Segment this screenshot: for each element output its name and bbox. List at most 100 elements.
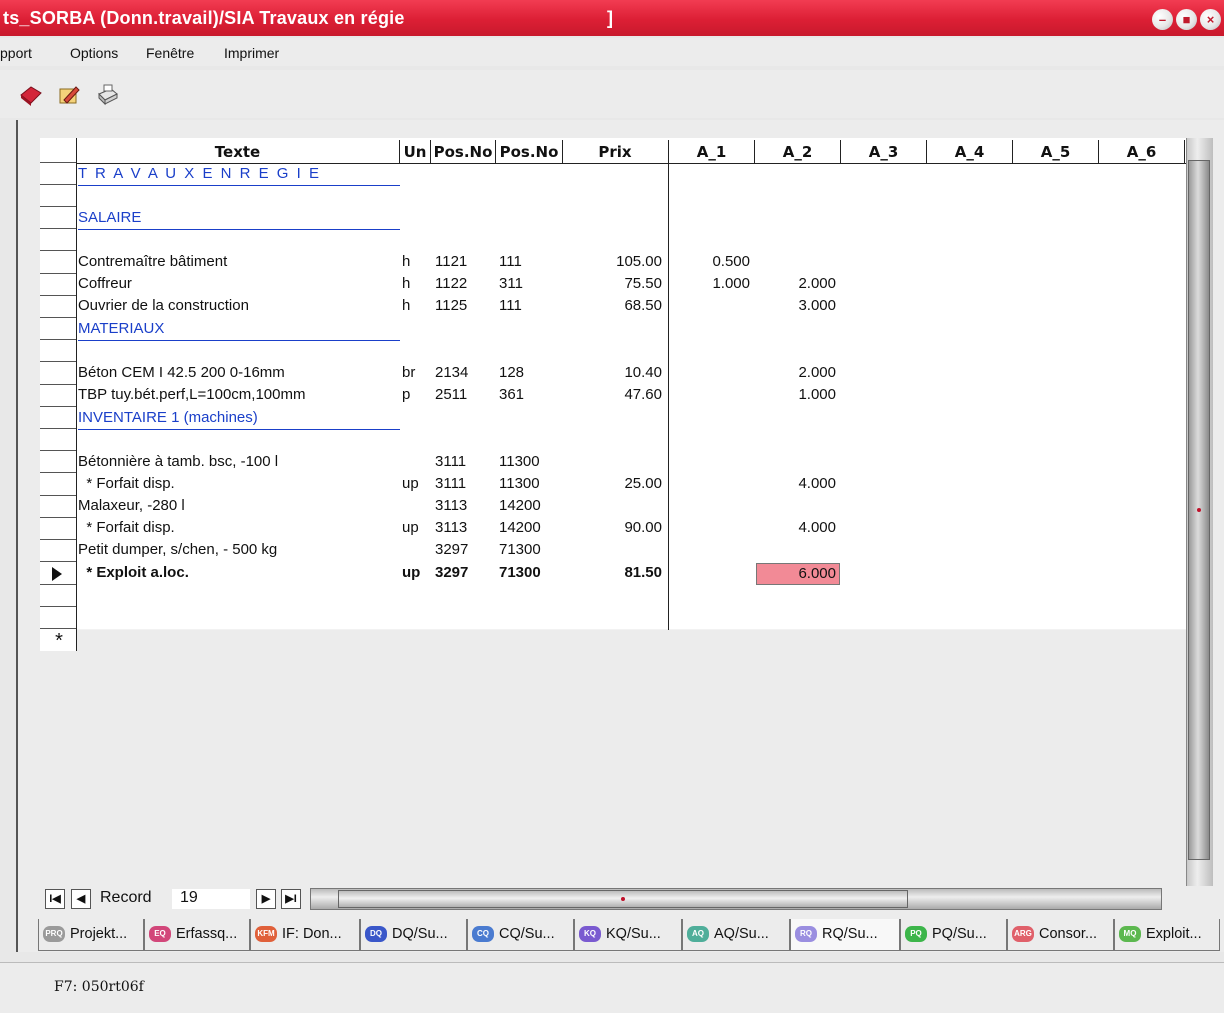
prev-record-button[interactable]: ◀ [71, 889, 91, 909]
tab-erfassq[interactable]: EQ Erfassq... [144, 919, 250, 951]
cell-texte[interactable]: * Forfait disp. [78, 474, 174, 494]
cell-texte[interactable]: Malaxeur, -280 l [78, 496, 185, 516]
header-a4[interactable]: A_4 [927, 141, 1012, 163]
cell-a1[interactable] [670, 496, 750, 516]
cell-pos2[interactable]: 14200 [499, 496, 541, 516]
header-prix[interactable]: Prix [563, 141, 667, 163]
new-row-marker[interactable]: * [44, 631, 74, 651]
section-inventaire[interactable]: INVENTAIRE 1 (machines) [78, 408, 400, 430]
cell-a1[interactable] [670, 296, 750, 316]
minimize-button[interactable]: – [1152, 9, 1173, 30]
section-salaire[interactable]: SALAIRE [78, 208, 400, 230]
cell-pos1[interactable]: 1125 [435, 296, 467, 316]
tab-projekt[interactable]: PRQ Projekt... [38, 919, 144, 951]
tab-exploit[interactable]: MQ Exploit... [1114, 919, 1220, 951]
book-icon[interactable] [18, 82, 44, 108]
cell-un[interactable]: h [402, 296, 410, 316]
cell-pos2[interactable]: 128 [499, 363, 524, 383]
cell-pos1[interactable]: 3113 [435, 518, 467, 538]
next-record-button[interactable]: ▶ [256, 889, 276, 909]
cell-texte[interactable]: Ouvrier de la construction [78, 296, 249, 316]
tab-cq[interactable]: CQ CQ/Su... [467, 919, 574, 951]
cell-pos2[interactable]: 71300 [499, 563, 541, 583]
cell-un[interactable]: br [402, 363, 415, 383]
cell-un[interactable]: p [402, 385, 410, 405]
first-record-button[interactable]: I◀ [45, 889, 65, 909]
cell-un[interactable]: h [402, 274, 410, 294]
print-icon[interactable] [94, 82, 120, 108]
cell-a2[interactable] [756, 496, 836, 516]
cell-prix[interactable] [565, 452, 662, 472]
header-a3[interactable]: A_3 [841, 141, 926, 163]
cell-pos2[interactable]: 11300 [499, 452, 540, 472]
cell-prix[interactable]: 105.00 [565, 252, 662, 272]
cell-pos1[interactable]: 1121 [435, 252, 467, 272]
cell-pos2[interactable]: 11300 [499, 474, 540, 494]
menu-rapport[interactable]: pport [0, 45, 32, 61]
cell-un[interactable]: up [402, 518, 419, 538]
cell-texte[interactable]: * Forfait disp. [78, 518, 174, 538]
cell-a1[interactable] [670, 452, 750, 472]
cell-pos2[interactable]: 71300 [499, 540, 541, 560]
cell-pos1[interactable]: 2511 [435, 385, 467, 405]
cell-pos1[interactable]: 3111 [435, 474, 466, 494]
tab-pq[interactable]: PQ PQ/Su... [900, 919, 1007, 951]
cell-pos2[interactable]: 111 [499, 252, 522, 272]
cell-texte[interactable]: Bétonnière à tamb. bsc, -100 l [78, 452, 278, 472]
section-travaux-en-regie[interactable]: T R A V A U X E N R E G I E [78, 164, 400, 186]
cell-pos2[interactable]: 14200 [499, 518, 541, 538]
cell-a2[interactable]: 4.000 [756, 518, 836, 538]
cell-prix[interactable]: 68.50 [565, 296, 662, 316]
cell-prix[interactable]: 25.00 [565, 474, 662, 494]
cell-texte[interactable]: TBP tuy.bét.perf,L=100cm,100mm [78, 385, 305, 405]
close-button[interactable]: × [1200, 9, 1221, 30]
tab-if-don[interactable]: KFM IF: Don... [250, 919, 360, 951]
cell-a2[interactable] [756, 540, 836, 560]
menu-fenetre[interactable]: Fenêtre [146, 45, 194, 61]
tab-aq[interactable]: AQ AQ/Su... [682, 919, 790, 951]
cell-a1[interactable] [670, 563, 750, 583]
cell-un[interactable]: up [402, 474, 419, 494]
record-number-field[interactable]: 19 [172, 889, 250, 909]
cell-texte[interactable]: * Exploit a.loc. [78, 563, 189, 583]
menu-options[interactable]: Options [70, 45, 118, 61]
cell-pos1[interactable]: 3297 [435, 563, 468, 583]
cell-texte[interactable]: Contremaître bâtiment [78, 252, 227, 272]
cell-a2[interactable] [756, 452, 836, 472]
tab-rq[interactable]: RQ RQ/Su... [790, 919, 900, 951]
header-a1[interactable]: A_1 [669, 141, 754, 163]
header-a6[interactable]: A_6 [1099, 141, 1184, 163]
cell-a2[interactable]: 2.000 [756, 274, 836, 294]
cell-a1[interactable]: 1.000 [670, 274, 750, 294]
cell-prix[interactable]: 90.00 [565, 518, 662, 538]
cell-texte[interactable]: Coffreur [78, 274, 132, 294]
section-materiaux[interactable]: MATERIAUX [78, 319, 400, 341]
header-posno-2[interactable]: Pos.No [496, 141, 562, 163]
cell-a2[interactable]: 3.000 [756, 296, 836, 316]
cell-a2[interactable]: 2.000 [756, 363, 836, 383]
cell-prix[interactable] [565, 540, 662, 560]
cell-pos1[interactable]: 2134 [435, 363, 468, 383]
maximize-button[interactable]: ■ [1176, 9, 1197, 30]
cell-prix[interactable]: 10.40 [565, 363, 662, 383]
cell-pos1[interactable]: 3113 [435, 496, 467, 516]
tab-dq[interactable]: DQ DQ/Su... [360, 919, 467, 951]
header-un[interactable]: Un [400, 141, 430, 163]
cell-prix[interactable]: 47.60 [565, 385, 662, 405]
tab-consor[interactable]: ARG Consor... [1007, 919, 1114, 951]
cell-prix[interactable]: 81.50 [565, 563, 662, 583]
cell-pos2[interactable]: 111 [499, 296, 522, 316]
cell-a2[interactable] [756, 252, 836, 272]
cell-a1[interactable]: 0.500 [670, 252, 750, 272]
header-texte[interactable]: Texte [76, 141, 399, 163]
cell-un[interactable]: up [402, 563, 420, 583]
header-a5[interactable]: A_5 [1013, 141, 1098, 163]
cell-a1[interactable] [670, 518, 750, 538]
header-posno-1[interactable]: Pos.No [431, 141, 495, 163]
cell-texte[interactable]: Béton CEM I 42.5 200 0-16mm [78, 363, 285, 383]
header-a2[interactable]: A_2 [755, 141, 840, 163]
cell-pos2[interactable]: 361 [499, 385, 524, 405]
cell-a2[interactable]: 6.000 [756, 564, 836, 584]
cell-a1[interactable] [670, 540, 750, 560]
cell-a1[interactable] [670, 363, 750, 383]
